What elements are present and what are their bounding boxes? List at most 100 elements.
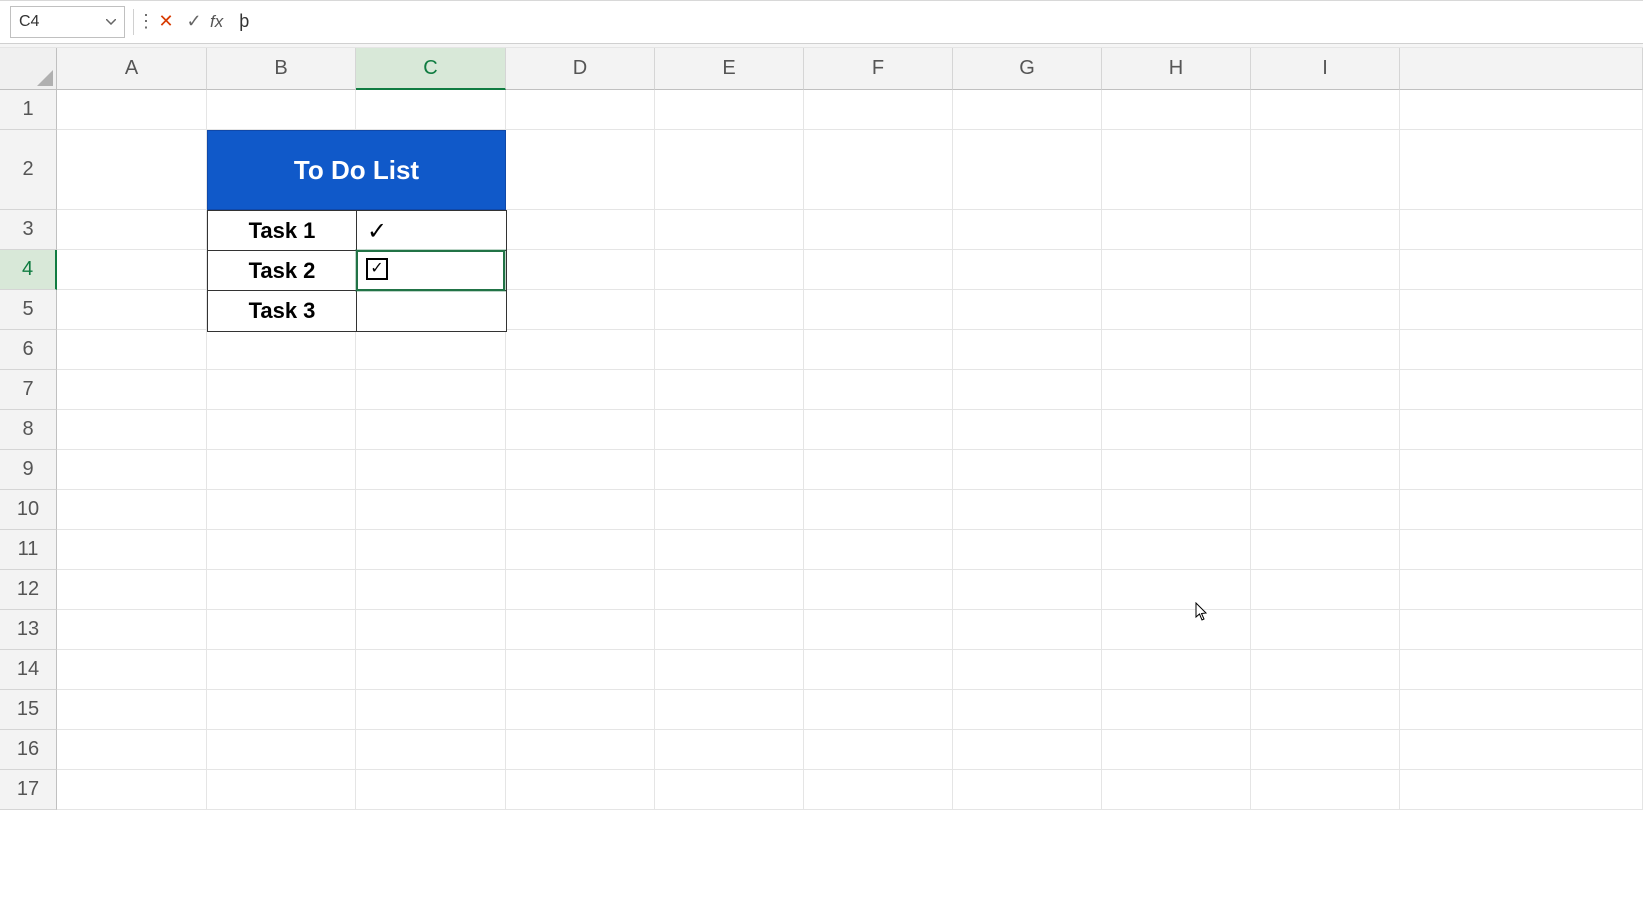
formula-input[interactable] <box>229 7 1633 37</box>
row-header-1[interactable]: 1 <box>0 90 57 130</box>
cell-A3[interactable] <box>57 210 207 250</box>
cell-A1[interactable] <box>57 90 207 130</box>
cell-G14[interactable] <box>953 650 1102 690</box>
cell-D10[interactable] <box>506 490 655 530</box>
cell-I14[interactable] <box>1251 650 1400 690</box>
cell-C15[interactable] <box>356 690 506 730</box>
task-name-cell[interactable]: Task 2 <box>208 251 357 291</box>
cell-F5[interactable] <box>804 290 953 330</box>
cell-E16[interactable] <box>655 730 804 770</box>
cell-I9[interactable] <box>1251 450 1400 490</box>
cell-C13[interactable] <box>356 610 506 650</box>
more-options-icon[interactable]: ⋮ <box>140 7 152 37</box>
cell-H1[interactable] <box>1102 90 1251 130</box>
cell-B6[interactable] <box>207 330 356 370</box>
row-header-3[interactable]: 3 <box>0 210 57 250</box>
cell-D7[interactable] <box>506 370 655 410</box>
cell-C8[interactable] <box>356 410 506 450</box>
cell-A14[interactable] <box>57 650 207 690</box>
cell-H2[interactable] <box>1102 130 1251 210</box>
cell-C6[interactable] <box>356 330 506 370</box>
cell-D9[interactable] <box>506 450 655 490</box>
cell-F9[interactable] <box>804 450 953 490</box>
select-all-corner[interactable] <box>0 48 57 90</box>
cell-A17[interactable] <box>57 770 207 810</box>
task-name-cell[interactable]: Task 1 <box>208 211 357 251</box>
column-header-h[interactable]: H <box>1102 48 1251 90</box>
cell-B14[interactable] <box>207 650 356 690</box>
cell-F1[interactable] <box>804 90 953 130</box>
cell-G1[interactable] <box>953 90 1102 130</box>
cell-A13[interactable] <box>57 610 207 650</box>
cell-B13[interactable] <box>207 610 356 650</box>
cell-F13[interactable] <box>804 610 953 650</box>
cell-I10[interactable] <box>1251 490 1400 530</box>
cell-H8[interactable] <box>1102 410 1251 450</box>
row-header-7[interactable]: 7 <box>0 370 57 410</box>
cell-G8[interactable] <box>953 410 1102 450</box>
cell-E14[interactable] <box>655 650 804 690</box>
cell-G9[interactable] <box>953 450 1102 490</box>
cell-F15[interactable] <box>804 690 953 730</box>
cell-I4[interactable] <box>1251 250 1400 290</box>
table-row[interactable]: Task 3 <box>207 290 507 332</box>
row-header-9[interactable]: 9 <box>0 450 57 490</box>
cell-G17[interactable] <box>953 770 1102 810</box>
cell-D2[interactable] <box>506 130 655 210</box>
row-header-13[interactable]: 13 <box>0 610 57 650</box>
cell-D1[interactable] <box>506 90 655 130</box>
cell-B8[interactable] <box>207 410 356 450</box>
cell-H10[interactable] <box>1102 490 1251 530</box>
row-header-2[interactable]: 2 <box>0 130 57 210</box>
cell-H9[interactable] <box>1102 450 1251 490</box>
cell-C7[interactable] <box>356 370 506 410</box>
cell-C16[interactable] <box>356 730 506 770</box>
cell-G5[interactable] <box>953 290 1102 330</box>
cell-A5[interactable] <box>57 290 207 330</box>
table-row[interactable]: Task 1 ✓ <box>207 210 507 252</box>
cell-E2[interactable] <box>655 130 804 210</box>
cell-I7[interactable] <box>1251 370 1400 410</box>
cell-C11[interactable] <box>356 530 506 570</box>
cell-F7[interactable] <box>804 370 953 410</box>
cell-H7[interactable] <box>1102 370 1251 410</box>
row-header-15[interactable]: 15 <box>0 690 57 730</box>
cell-H15[interactable] <box>1102 690 1251 730</box>
cell-F10[interactable] <box>804 490 953 530</box>
cell-D16[interactable] <box>506 730 655 770</box>
enter-edit-button[interactable]: ✓ <box>180 7 208 37</box>
cell-G16[interactable] <box>953 730 1102 770</box>
cell-I6[interactable] <box>1251 330 1400 370</box>
fx-label[interactable]: fx <box>208 12 229 32</box>
row-header-11[interactable]: 11 <box>0 530 57 570</box>
cell-E12[interactable] <box>655 570 804 610</box>
column-header-a[interactable]: A <box>57 48 207 90</box>
cell-H13[interactable] <box>1102 610 1251 650</box>
cell-E8[interactable] <box>655 410 804 450</box>
cell-C14[interactable] <box>356 650 506 690</box>
row-header-6[interactable]: 6 <box>0 330 57 370</box>
cell-B1[interactable] <box>207 90 356 130</box>
cell-D8[interactable] <box>506 410 655 450</box>
cell-D3[interactable] <box>506 210 655 250</box>
cell-A2[interactable] <box>57 130 207 210</box>
cell-A16[interactable] <box>57 730 207 770</box>
cell-E11[interactable] <box>655 530 804 570</box>
cell-E13[interactable] <box>655 610 804 650</box>
cell-B11[interactable] <box>207 530 356 570</box>
cell-F8[interactable] <box>804 410 953 450</box>
cell-E7[interactable] <box>655 370 804 410</box>
cell-D14[interactable] <box>506 650 655 690</box>
column-header-e[interactable]: E <box>655 48 804 90</box>
cell-H14[interactable] <box>1102 650 1251 690</box>
cell-C12[interactable] <box>356 570 506 610</box>
cell-A9[interactable] <box>57 450 207 490</box>
cell-H4[interactable] <box>1102 250 1251 290</box>
column-header-f[interactable]: F <box>804 48 953 90</box>
cell-G3[interactable] <box>953 210 1102 250</box>
cell-D12[interactable] <box>506 570 655 610</box>
column-header-b[interactable]: B <box>207 48 356 90</box>
cell-B17[interactable] <box>207 770 356 810</box>
cell-A15[interactable] <box>57 690 207 730</box>
cell-H11[interactable] <box>1102 530 1251 570</box>
